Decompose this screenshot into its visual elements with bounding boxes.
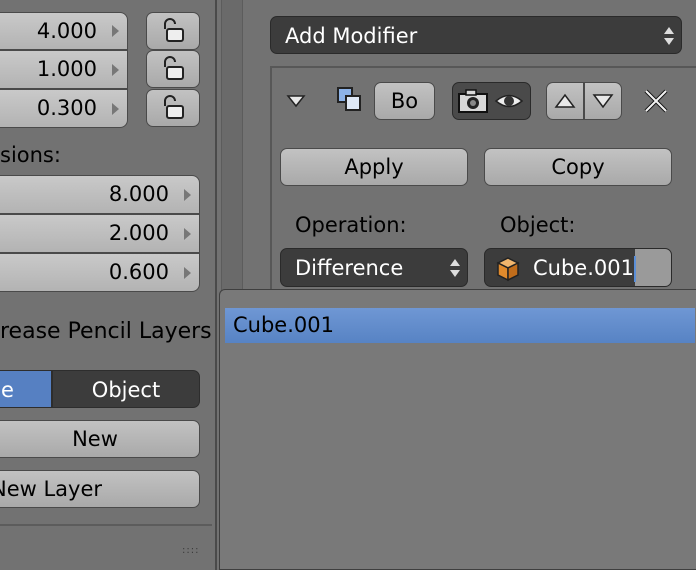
object-tab-label: Object	[91, 378, 161, 402]
apply-button[interactable]: Apply	[280, 148, 468, 186]
new-button-label: New	[72, 427, 118, 451]
text-cursor	[634, 256, 636, 282]
scale-x-field[interactable]: 4.000	[0, 12, 128, 50]
lock-open-icon	[164, 56, 184, 80]
lock-scale-x-button[interactable]	[146, 12, 200, 50]
copy-button[interactable]: Copy	[484, 148, 672, 186]
copy-button-label: Copy	[551, 155, 605, 179]
dimension-y-value: 2.000	[108, 221, 169, 245]
new-layer-button-label: New Layer	[0, 477, 103, 501]
scale-z-value: 0.300	[36, 96, 97, 120]
triangle-down-icon	[592, 94, 614, 109]
scene-tab[interactable]: e	[0, 370, 52, 408]
up-down-arrows-icon	[664, 27, 674, 45]
object-tab[interactable]: Object	[52, 370, 200, 408]
panel-divider	[0, 524, 212, 526]
dimensions-label: sions:	[0, 143, 61, 167]
eye-icon[interactable]	[494, 90, 524, 112]
operation-label: Operation:	[295, 213, 407, 237]
grease-pencil-layers-header[interactable]: rease Pencil Layers	[0, 317, 212, 347]
new-grease-pencil-button[interactable]: New	[0, 420, 200, 458]
modifier-name-field[interactable]: Bo	[374, 82, 435, 120]
apply-button-label: Apply	[344, 155, 404, 179]
up-down-arrows-icon	[450, 259, 460, 277]
dimension-y-field[interactable]: 2.000	[0, 214, 200, 253]
collapse-triangle-icon[interactable]	[286, 94, 306, 108]
object-field-right-end	[635, 249, 671, 286]
cube-object-icon	[496, 257, 520, 282]
increment-arrow-icon[interactable]	[112, 25, 119, 37]
modifier-name-value: Bo	[390, 89, 419, 113]
lock-open-icon	[164, 18, 184, 42]
lock-scale-y-button[interactable]	[146, 50, 200, 88]
increment-arrow-icon[interactable]	[184, 188, 191, 201]
dimension-x-value: 8.000	[108, 182, 169, 206]
triangle-up-icon	[554, 93, 576, 108]
scene-tab-label: e	[1, 378, 14, 402]
add-modifier-label: Add Modifier	[285, 24, 418, 48]
dimension-z-value: 0.600	[108, 260, 169, 284]
operation-value: Difference	[295, 256, 404, 280]
object-label: Object:	[500, 213, 576, 237]
boolean-modifier-icon	[337, 87, 361, 111]
dimension-x-field[interactable]: 8.000	[0, 175, 200, 214]
scale-y-value: 1.000	[36, 57, 97, 81]
move-up-button[interactable]	[546, 82, 584, 120]
scale-z-field[interactable]: 0.300	[0, 89, 128, 128]
increment-arrow-icon[interactable]	[112, 63, 119, 76]
increment-arrow-icon[interactable]	[112, 102, 119, 115]
new-layer-button[interactable]: New Layer	[0, 470, 200, 508]
move-down-button[interactable]	[584, 82, 622, 120]
operation-dropdown[interactable]: Difference	[280, 248, 468, 287]
scale-x-value: 4.000	[36, 19, 97, 43]
resize-grip-icon[interactable]: ::::	[182, 545, 199, 556]
lock-scale-z-button[interactable]	[146, 89, 200, 127]
object-field[interactable]: Cube.001	[484, 248, 672, 287]
popup-item-label: Cube.001	[233, 313, 334, 337]
scale-y-field[interactable]: 1.000	[0, 50, 128, 89]
object-search-popup: Cube.001	[219, 289, 696, 570]
popup-item-cube001[interactable]: Cube.001	[225, 308, 695, 343]
increment-arrow-icon[interactable]	[184, 266, 191, 279]
lock-open-icon	[164, 95, 184, 119]
add-modifier-menu[interactable]: Add Modifier	[270, 16, 682, 54]
object-value: Cube.001	[533, 256, 634, 280]
close-icon[interactable]	[643, 88, 669, 114]
dimension-z-field[interactable]: 0.600	[0, 253, 200, 292]
increment-arrow-icon[interactable]	[184, 227, 191, 240]
left-properties-panel: 4.000 1.000 0.300 sions: 8.000 2.000 0.6…	[0, 0, 215, 570]
camera-icon[interactable]	[456, 86, 490, 116]
